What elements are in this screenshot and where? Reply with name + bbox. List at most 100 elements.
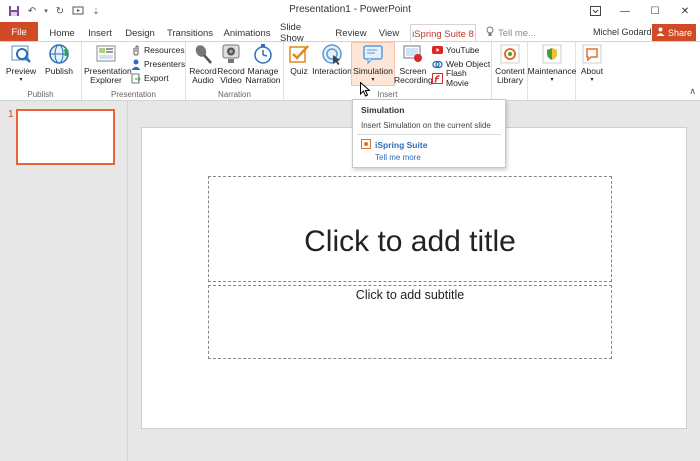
user-name[interactable]: Michel Godard xyxy=(593,27,652,37)
tab-transitions[interactable]: Transitions xyxy=(164,24,216,42)
chevron-down-icon: ▾ xyxy=(371,77,375,83)
preview-button[interactable]: Preview ▾ xyxy=(4,43,38,85)
content-library-icon xyxy=(500,44,520,64)
tab-review[interactable]: Review xyxy=(334,24,368,42)
group-insert: Quiz Interaction Simulation ▾ Screen Rec… xyxy=(284,42,492,100)
tooltip-title: Simulation xyxy=(361,105,405,115)
title-bar: ↶ ▾ ↻ ⇣ Presentation1 - PowerPoint — ☐ ✕ xyxy=(0,0,700,22)
quiz-button[interactable]: Quiz xyxy=(286,43,312,76)
tab-design[interactable]: Design xyxy=(122,24,158,42)
tooltip-brand: iSpring Suite xyxy=(361,139,427,151)
tab-slide-show[interactable]: Slide Show xyxy=(280,22,326,44)
simulation-icon xyxy=(363,45,383,65)
content-library-label: Content Library xyxy=(495,66,525,85)
chevron-down-icon: ▾ xyxy=(19,77,23,83)
slide-thumbnail[interactable] xyxy=(16,109,115,165)
interaction-icon xyxy=(322,44,342,65)
group-label-narration: Narration xyxy=(218,90,251,99)
group-label-publish: Publish xyxy=(27,90,54,99)
group-label-insert: Insert xyxy=(377,90,398,99)
title-placeholder[interactable]: Click to add title xyxy=(208,176,612,282)
simulation-tooltip: Simulation Insert Simulation on the curr… xyxy=(352,99,506,168)
youtube-label: YouTube xyxy=(446,45,480,55)
subtitle-placeholder[interactable]: Click to add subtitle xyxy=(208,285,612,359)
ribbon: Preview ▾ Publish Publish Presentation E… xyxy=(0,41,700,101)
publish-label: Publish xyxy=(45,66,73,76)
slide-canvas[interactable]: Click to add title Click to add subtitle xyxy=(141,127,687,429)
tooltip-divider xyxy=(357,134,501,135)
manage-narration-button[interactable]: Manage Narration xyxy=(244,43,282,85)
slide-number: 1 xyxy=(8,109,14,120)
flash-icon xyxy=(432,72,443,84)
microphone-icon xyxy=(195,45,212,64)
content-library-button[interactable]: Content Library xyxy=(494,43,526,85)
publish-button[interactable]: Publish xyxy=(42,43,76,76)
presentation-explorer-button[interactable]: Presentation Explorer xyxy=(84,43,132,85)
web-object-icon xyxy=(432,59,443,70)
group-maintenance: Maintenance ▾ xyxy=(528,42,576,100)
youtube-icon xyxy=(432,45,443,56)
ispring-icon xyxy=(361,139,371,151)
tab-view[interactable]: View xyxy=(376,24,402,42)
share-icon xyxy=(656,27,665,38)
group-about: About ▾ xyxy=(576,42,608,100)
tell-me-placeholder: Tell me... xyxy=(498,27,537,39)
tab-home[interactable]: Home xyxy=(46,24,78,42)
resources-label: Resources xyxy=(144,45,185,55)
lightbulb-icon xyxy=(486,26,494,40)
tab-insert[interactable]: Insert xyxy=(84,24,116,42)
save-icon[interactable] xyxy=(6,3,22,19)
maintenance-button[interactable]: Maintenance ▾ xyxy=(527,43,577,85)
tell-me-box[interactable]: Tell me... xyxy=(486,26,536,40)
interaction-label: Interaction xyxy=(312,66,352,76)
ribbon-tabs: File Home Insert Design Transitions Anim… xyxy=(0,22,700,44)
chevron-down-icon: ▾ xyxy=(550,77,554,83)
youtube-button[interactable]: YouTube xyxy=(432,43,479,57)
presentation-explorer-label: Presentation Explorer xyxy=(84,66,132,85)
close-button[interactable]: ✕ xyxy=(670,0,700,22)
minimize-button[interactable]: — xyxy=(610,0,640,22)
simulation-button[interactable]: Simulation ▾ xyxy=(351,42,395,86)
ribbon-display-options-icon[interactable] xyxy=(580,0,610,22)
manage-narration-label: Manage Narration xyxy=(245,66,281,85)
undo-dropdown-icon[interactable]: ▾ xyxy=(42,3,50,19)
tooltip-brand-label: iSpring Suite xyxy=(375,140,428,150)
undo-icon[interactable]: ↶ xyxy=(24,3,40,19)
tooltip-description: Insert Simulation on the current slide xyxy=(361,121,491,130)
record-video-button[interactable]: Record Video xyxy=(216,43,246,85)
customize-qat-icon[interactable]: ⇣ xyxy=(88,3,104,19)
collapse-ribbon-icon[interactable]: ∧ xyxy=(689,86,696,97)
mouse-cursor-icon xyxy=(360,81,371,99)
screen-recording-icon xyxy=(403,45,422,62)
globe-icon xyxy=(49,44,69,64)
group-presentation: Presentation Explorer Resources Presente… xyxy=(82,42,186,100)
share-label: Share xyxy=(667,27,693,38)
stopwatch-icon xyxy=(254,44,272,64)
maintenance-label: Maintenance xyxy=(527,66,577,76)
resources-button[interactable]: Resources xyxy=(130,43,185,57)
interaction-button[interactable]: Interaction xyxy=(312,43,352,76)
about-button[interactable]: About ▾ xyxy=(578,43,606,85)
info-icon xyxy=(582,44,602,64)
webcam-icon xyxy=(222,44,240,63)
about-label: About xyxy=(580,66,604,76)
export-button[interactable]: Export xyxy=(130,71,169,85)
tab-file[interactable]: File xyxy=(0,22,38,42)
person-icon xyxy=(130,59,141,70)
quiz-label: Quiz xyxy=(290,66,308,76)
export-icon xyxy=(130,73,141,84)
tab-animations[interactable]: Animations xyxy=(222,24,272,42)
flash-movie-button[interactable]: Flash Movie xyxy=(432,68,491,88)
screen-recording-button[interactable]: Screen Recording xyxy=(394,43,433,85)
redo-icon[interactable]: ↻ xyxy=(52,3,68,19)
start-from-beginning-icon[interactable] xyxy=(70,3,86,19)
share-button[interactable]: Share xyxy=(652,24,696,41)
screen-recording-label: Screen Recording xyxy=(394,66,433,85)
quick-access-toolbar: ↶ ▾ ↻ ⇣ xyxy=(6,3,104,19)
maximize-button[interactable]: ☐ xyxy=(640,0,670,22)
group-narration: Record Audio Record Video Manage Narrati… xyxy=(186,42,284,100)
tell-me-more-link[interactable]: Tell me more xyxy=(375,153,421,162)
record-audio-button[interactable]: Record Audio xyxy=(188,43,218,85)
presenters-button[interactable]: Presenters xyxy=(130,57,185,71)
presentation-explorer-icon xyxy=(96,45,116,62)
